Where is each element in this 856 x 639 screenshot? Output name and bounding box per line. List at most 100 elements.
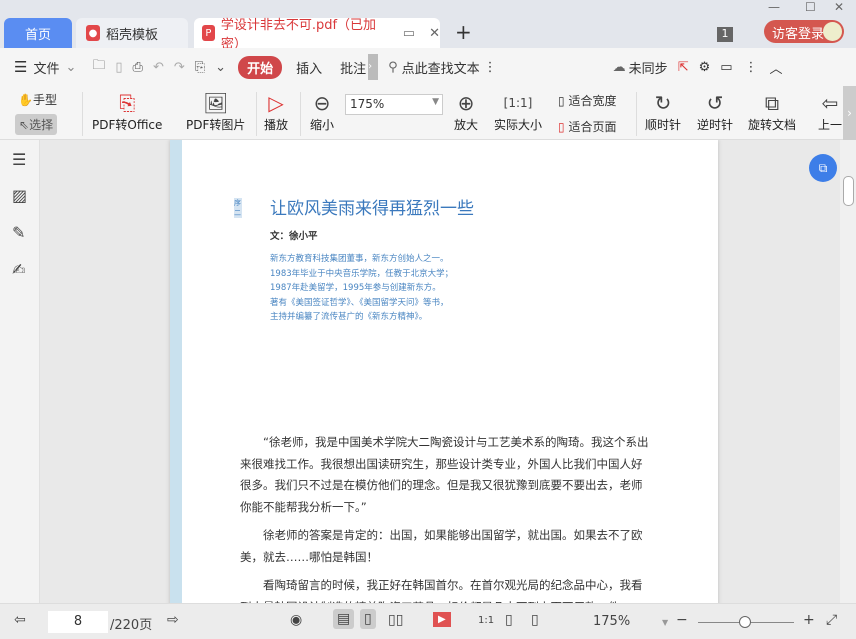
pdf-to-office-button[interactable]: ⎘ PDF转Office (92, 90, 162, 133)
undo-icon[interactable]: ↶ (153, 60, 164, 75)
print-icon[interactable]: ⎙ (133, 60, 143, 75)
hand-tool[interactable]: ✋手型 (18, 91, 57, 108)
redo-icon[interactable]: ↷ (174, 60, 185, 75)
fit-width-button[interactable]: ▯ 适合宽度 (558, 92, 616, 109)
tab-templates[interactable]: ● 稻壳模板 (76, 18, 188, 48)
tab-label: 稻壳模板 (106, 27, 159, 43)
two-page-icon[interactable]: ▯▯ (388, 612, 403, 628)
play-icon[interactable]: ▶ (433, 612, 451, 627)
page-edge (170, 140, 182, 603)
label: 缩小 (310, 118, 335, 132)
chevron-down-icon[interactable]: ⌄ (65, 60, 76, 75)
collapse-icon[interactable]: ︿ (770, 58, 783, 77)
pdf-to-image-button[interactable]: 🖼 PDF转图片 (186, 90, 245, 133)
tab-label: 首页 (24, 27, 51, 43)
select-tool[interactable]: ⇖选择 (15, 114, 58, 135)
tab-home[interactable]: 首页 (4, 18, 72, 48)
annotation-icon[interactable]: ✎ (12, 223, 25, 242)
author-bio: 新东方教育科技集团董事，新东方创始人之一。 1983年毕业于中央音乐学院，任教于… (270, 252, 453, 325)
scroll-thumb[interactable] (843, 176, 854, 206)
share-icon[interactable]: ⇱ (678, 60, 689, 75)
signature-icon[interactable]: ✍ (12, 260, 25, 279)
label: 播放 (264, 118, 289, 132)
new-tab-button[interactable]: + (455, 20, 472, 44)
minimize-button[interactable]: — (768, 0, 780, 14)
rotate-ccw-icon: ↺ (706, 91, 724, 115)
next-page-icon[interactable]: ⇨ (167, 612, 179, 628)
sync-status[interactable]: 未同步 (629, 58, 668, 77)
bio-line: 1987年赴美留学，1995年参与创建新东方。 (270, 283, 441, 293)
zoom-dropdown-icon[interactable]: ▼ (662, 618, 668, 627)
tab-insert[interactable]: 插入 (296, 58, 322, 77)
save-icon[interactable]: ▯ (115, 60, 122, 75)
search-icon[interactable]: ⚲ (388, 60, 398, 75)
more-menu-icon[interactable]: ⋮ (745, 60, 758, 75)
arrow-left-icon: ⇦ (821, 91, 839, 115)
more-icon[interactable]: ⋮ (484, 60, 497, 75)
search-text-button[interactable]: 点此查找文本 (402, 58, 480, 77)
zoom-slider-thumb[interactable] (739, 616, 751, 628)
pdf-icon: P (202, 25, 215, 41)
thumbnails-icon[interactable]: ☰ (12, 150, 26, 169)
label: 适合宽度 (568, 94, 617, 108)
hand-icon: ✋ (18, 93, 33, 107)
left-sidebar: ☰ ▨ ✎ ✍ (0, 140, 40, 603)
image-icon[interactable]: ▨ (12, 186, 27, 205)
document-author: 文：徐小平 (270, 231, 318, 242)
window-count-badge[interactable]: 1 (717, 27, 733, 42)
fit-page-icon[interactable]: ▯ (505, 612, 513, 628)
rotate-counterclockwise-button[interactable]: ↺ 逆时针 (697, 90, 733, 133)
fit-page-button[interactable]: ▯ 适合页面 (558, 118, 616, 135)
single-page-icon[interactable]: ▯ (360, 609, 376, 629)
tab-annotate[interactable]: 批注 (340, 58, 366, 77)
fullscreen-icon[interactable]: ⤢ (826, 612, 837, 628)
label: 上一 (818, 118, 843, 132)
settings-icon[interactable]: ⚙ (699, 60, 711, 75)
document-body: “徐老师，我是中国美术学院大二陶瓷设计与工艺美术系的陶琦。我这个系出来很难找工作… (240, 432, 650, 603)
hand-label: 手型 (32, 93, 57, 107)
login-button[interactable]: 访客登录 (764, 20, 844, 43)
rotate-clockwise-button[interactable]: ↻ 顺时针 (645, 90, 681, 133)
label: 旋转文档 (748, 118, 797, 132)
pin-icon[interactable]: ▭ (403, 26, 415, 41)
actual-size-button[interactable]: [1:1] 实际大小 (494, 90, 542, 133)
float-tool-button[interactable]: ⧉ (809, 154, 837, 182)
zoom-out-button[interactable]: ⊖ 缩小 (310, 90, 334, 133)
close-window-button[interactable]: ✕ (834, 0, 844, 14)
rotate-document-button[interactable]: ⧉ 旋转文档 (748, 90, 796, 133)
tab-start[interactable]: 开始 (238, 55, 283, 79)
actual-size-icon[interactable]: 1:1 (478, 615, 494, 626)
section-marker: 序二 (234, 198, 242, 218)
play-button[interactable]: ▷ 播放 (264, 90, 288, 133)
bio-line: 著有《美国签证哲学》、《美国留学天问》等书， (270, 297, 449, 308)
zoom-in-button[interactable]: ⊕ 放大 (454, 90, 478, 133)
export-icon[interactable]: ⎘ (195, 60, 205, 75)
label: PDF转图片 (186, 118, 246, 132)
bio-line: 主持并编纂了流传甚广的《新东方精神》。 (270, 312, 428, 322)
menu-bar: ☰ 文件 ⌄ 🗀 ▯ ⎙ ↶ ↷ ⎘ ⌄ 开始 插入 批注 › ⚲ 点此查找文本… (0, 48, 856, 86)
cloud-icon: ☁ (612, 59, 626, 75)
zoom-in-icon[interactable]: + (803, 612, 815, 628)
zoom-select[interactable]: 175% ▼ (345, 94, 443, 115)
pdf-page: 序二 让欧风美雨来得再猛烈一些 文：徐小平 新东方教育科技集团董事，新东方创始人… (170, 140, 718, 603)
previous-button[interactable]: ⇦ 上一 (818, 90, 842, 133)
toolbar-scroll-right[interactable]: › (843, 86, 856, 140)
file-menu[interactable]: 文件 (33, 58, 59, 77)
scroll-right-icon[interactable]: › (368, 54, 379, 80)
fit-width-icon[interactable]: ▯ (531, 612, 539, 628)
eye-protection-icon[interactable]: ◉ (290, 612, 302, 628)
maximize-button[interactable]: ☐ (805, 0, 816, 14)
continuous-view-icon[interactable]: ▤ (333, 609, 355, 629)
feedback-icon[interactable]: ▭ (720, 60, 732, 75)
prev-page-icon[interactable]: ⇦ (14, 612, 26, 628)
vertical-scrollbar[interactable] (840, 140, 856, 603)
zoom-out-icon[interactable]: − (676, 612, 688, 628)
menu-icon[interactable]: ☰ (14, 58, 27, 76)
label: 放大 (454, 118, 479, 132)
more-dropdown-icon[interactable]: ⌄ (215, 60, 226, 75)
page-number-input[interactable]: 8 (48, 611, 108, 633)
open-icon[interactable]: 🗀 (92, 56, 105, 78)
tab-document[interactable]: P 学设计非去不可.pdf（已加密） ▭ ✕ (194, 18, 440, 52)
close-tab-icon[interactable]: ✕ (429, 26, 440, 41)
zoom-level[interactable]: 175% (593, 614, 630, 629)
